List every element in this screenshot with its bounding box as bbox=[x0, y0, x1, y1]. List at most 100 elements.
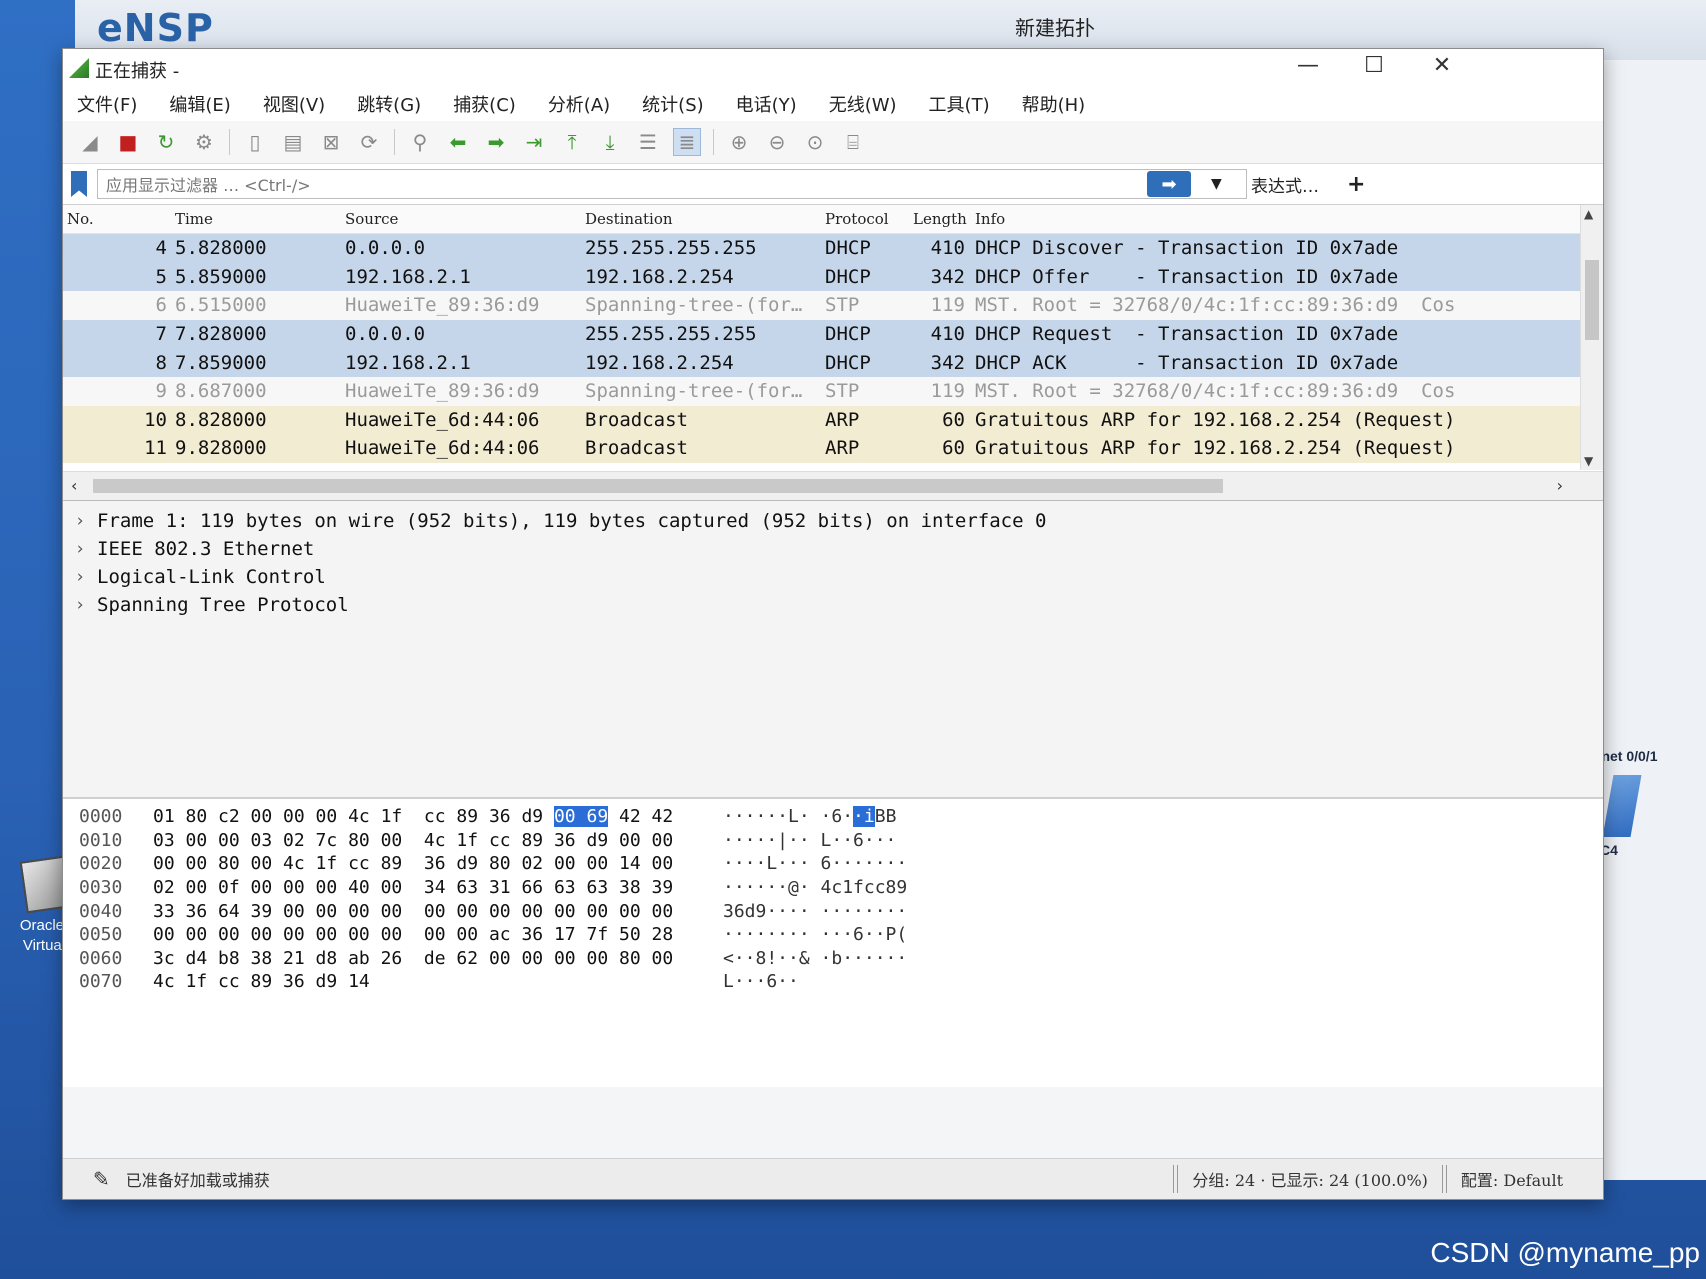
scrollbar-thumb[interactable] bbox=[93, 479, 1223, 493]
packet-list-header: No. Time Source Destination Protocol Len… bbox=[63, 205, 1603, 234]
topology-port-label: rnet 0/0/1 bbox=[1596, 748, 1658, 764]
byte-offset: 0050 bbox=[79, 924, 123, 946]
status-profile[interactable]: 配置: Default bbox=[1461, 1167, 1563, 1191]
cell-time: 5.859000 bbox=[175, 265, 267, 288]
filter-history-dropdown-icon[interactable]: ▼ bbox=[1211, 176, 1231, 192]
bytes-row[interactable]: 0020 00 00 80 00 4c 1f cc 89 36 d9 80 02… bbox=[63, 852, 1603, 876]
byte-ascii: ······@· 4c1fcc89 bbox=[723, 877, 908, 899]
last-packet-icon[interactable]: ⤓ bbox=[597, 129, 623, 155]
cell-length: 342 bbox=[930, 265, 965, 288]
status-bar: ✎ 已准备好加载或捕获 分组: 24 · 已显示: 24 (100.0%) 配置… bbox=[63, 1158, 1603, 1199]
menu-tools[interactable]: 工具(T) bbox=[929, 91, 990, 117]
find-icon[interactable]: ⚲ bbox=[407, 129, 433, 155]
column-header-length[interactable]: Length bbox=[903, 210, 975, 228]
resize-columns-icon[interactable]: ⌸ bbox=[840, 129, 866, 155]
zoom-out-icon[interactable]: ⊖ bbox=[764, 129, 790, 155]
detail-row-ethernet[interactable]: › IEEE 802.3 Ethernet bbox=[63, 535, 1603, 563]
bytes-row[interactable]: 0070 4c 1f cc 89 36 d9 14 L···6·· bbox=[63, 970, 1603, 994]
expert-info-edit-icon[interactable]: ✎ bbox=[93, 1167, 110, 1191]
expand-chevron-icon[interactable]: › bbox=[63, 595, 97, 615]
zoom-in-icon[interactable]: ⊕ bbox=[726, 129, 752, 155]
menu-wireless[interactable]: 无线(W) bbox=[829, 91, 897, 117]
detail-row-llc[interactable]: › Logical-Link Control bbox=[63, 563, 1603, 591]
packet-row[interactable]: 9 8.687000 HuaweiTe_89:36:d9 Spanning-tr… bbox=[63, 376, 1603, 406]
close-button[interactable]: ✕ bbox=[1409, 51, 1475, 85]
add-filter-button[interactable]: + bbox=[1347, 172, 1365, 197]
expand-chevron-icon[interactable]: › bbox=[63, 511, 97, 531]
display-filter-bar: 应用显示过滤器 … <Ctrl-/> ➡ ▼ 表达式… + bbox=[63, 164, 1603, 205]
cell-destination: 192.168.2.254 bbox=[585, 265, 734, 288]
save-icon[interactable]: ▤ bbox=[280, 129, 306, 155]
column-header-protocol[interactable]: Protocol bbox=[813, 210, 903, 228]
expression-button[interactable]: 表达式… bbox=[1251, 172, 1319, 197]
menu-view[interactable]: 视图(V) bbox=[263, 91, 325, 117]
packet-row[interactable]: 4 5.828000 0.0.0.0 255.255.255.255 DHCP … bbox=[63, 234, 1603, 263]
scroll-down-icon[interactable]: ▼ bbox=[1584, 454, 1593, 468]
detail-row-stp[interactable]: › Spanning Tree Protocol bbox=[63, 591, 1603, 619]
cell-length: 60 bbox=[942, 437, 965, 460]
packet-row[interactable]: 7 7.828000 0.0.0.0 255.255.255.255 DHCP … bbox=[63, 319, 1603, 349]
bytes-row[interactable]: 0040 33 36 64 39 00 00 00 00 00 00 00 00… bbox=[63, 899, 1603, 923]
scroll-right-icon[interactable]: › bbox=[1557, 476, 1563, 495]
forward-icon[interactable]: ➡ bbox=[483, 129, 509, 155]
stop-icon[interactable]: ■ bbox=[115, 129, 141, 155]
packet-row[interactable]: 6 6.515000 HuaweiTe_89:36:d9 Spanning-tr… bbox=[63, 291, 1603, 320]
scrollbar-thumb[interactable] bbox=[1585, 260, 1599, 340]
menu-capture[interactable]: 捕获(C) bbox=[453, 91, 516, 117]
shark-fin-icon[interactable]: ◢ bbox=[77, 129, 103, 155]
packet-list-horizontal-scrollbar[interactable]: ‹ › bbox=[63, 471, 1603, 500]
packet-list-vertical-scrollbar[interactable]: ▲ ▼ bbox=[1580, 205, 1603, 470]
menu-help[interactable]: 帮助(H) bbox=[1022, 91, 1086, 117]
menu-edit[interactable]: 编辑(E) bbox=[169, 91, 230, 117]
colorize-icon[interactable]: ≣ bbox=[673, 128, 701, 156]
byte-hex: 03 00 00 03 02 7c 80 00 4c 1f cc 89 36 d… bbox=[153, 829, 674, 851]
bytes-row[interactable]: 0030 02 00 0f 00 00 00 40 00 34 63 31 66… bbox=[63, 876, 1603, 900]
expand-chevron-icon[interactable]: › bbox=[63, 539, 97, 559]
bytes-row[interactable]: 0000 01 80 c2 00 00 00 4c 1f cc 89 36 d9… bbox=[63, 805, 1603, 829]
close-file-icon[interactable]: ⊠ bbox=[318, 129, 344, 155]
display-filter-input[interactable]: 应用显示过滤器 … <Ctrl-/> bbox=[97, 169, 1247, 199]
reload-icon[interactable]: ⟳ bbox=[356, 129, 382, 155]
goto-packet-icon[interactable]: ⇥ bbox=[521, 129, 547, 155]
status-packet-counts: 分组: 24 · 已显示: 24 (100.0%) bbox=[1192, 1171, 1428, 1190]
restart-icon[interactable]: ↻ bbox=[153, 129, 179, 155]
cell-info: DHCP Discover - Transaction ID 0x7ade bbox=[975, 237, 1399, 260]
expand-chevron-icon[interactable]: › bbox=[63, 567, 97, 587]
apply-filter-arrow-icon[interactable]: ➡ bbox=[1147, 171, 1191, 197]
column-header-no[interactable]: No. bbox=[63, 210, 171, 228]
packet-row[interactable]: 11 9.828000 HuaweiTe_6d:44:06 Broadcast … bbox=[63, 434, 1603, 463]
cell-protocol: DHCP bbox=[825, 237, 871, 260]
menu-statistics[interactable]: 统计(S) bbox=[642, 91, 703, 117]
maximize-button[interactable]: ☐ bbox=[1341, 51, 1407, 85]
first-packet-icon[interactable]: ⤒ bbox=[559, 129, 585, 155]
scroll-left-icon[interactable]: ‹ bbox=[71, 476, 77, 495]
menu-file[interactable]: 文件(F) bbox=[77, 91, 137, 117]
cell-source: HuaweiTe_89:36:d9 bbox=[345, 380, 540, 403]
column-header-info[interactable]: Info bbox=[975, 210, 1603, 228]
minimize-button[interactable]: — bbox=[1275, 51, 1341, 85]
packet-row[interactable]: 5 5.859000 192.168.2.1 192.168.2.254 DHC… bbox=[63, 262, 1603, 292]
menu-go[interactable]: 跳转(G) bbox=[357, 91, 421, 117]
open-icon[interactable]: ▯ bbox=[242, 129, 268, 155]
detail-row-frame[interactable]: › Frame 1: 119 bytes on wire (952 bits),… bbox=[63, 507, 1603, 535]
back-icon[interactable]: ⬅ bbox=[445, 129, 471, 155]
menu-analyze[interactable]: 分析(A) bbox=[548, 91, 610, 117]
scroll-up-icon[interactable]: ▲ bbox=[1584, 207, 1593, 221]
byte-ascii: 36d9···· ········ bbox=[723, 900, 908, 922]
packet-row[interactable]: 10 8.828000 HuaweiTe_6d:44:06 Broadcast … bbox=[63, 405, 1603, 435]
bytes-row[interactable]: 0050 00 00 00 00 00 00 00 00 00 00 ac 36… bbox=[63, 923, 1603, 947]
cell-no: 4 bbox=[155, 237, 167, 260]
cell-info: DHCP ACK - Transaction ID 0x7ade bbox=[975, 351, 1399, 374]
column-header-destination[interactable]: Destination bbox=[573, 210, 813, 228]
packet-row[interactable]: 8 7.859000 192.168.2.1 192.168.2.254 DHC… bbox=[63, 348, 1603, 377]
column-header-time[interactable]: Time bbox=[171, 210, 333, 228]
bytes-row[interactable]: 0010 03 00 00 03 02 7c 80 00 4c 1f cc 89… bbox=[63, 829, 1603, 853]
byte-offset: 0040 bbox=[79, 900, 123, 922]
zoom-normal-icon[interactable]: ⊙ bbox=[802, 129, 828, 155]
column-header-source[interactable]: Source bbox=[333, 210, 573, 228]
menu-telephony[interactable]: 电话(Y) bbox=[736, 91, 797, 117]
options-icon[interactable]: ⚙ bbox=[191, 129, 217, 155]
autoscroll-icon[interactable]: ☰ bbox=[635, 129, 661, 155]
bytes-row[interactable]: 0060 3c d4 b8 38 21 d8 ab 26 de 62 00 00… bbox=[63, 947, 1603, 971]
bookmark-icon[interactable] bbox=[71, 171, 87, 197]
